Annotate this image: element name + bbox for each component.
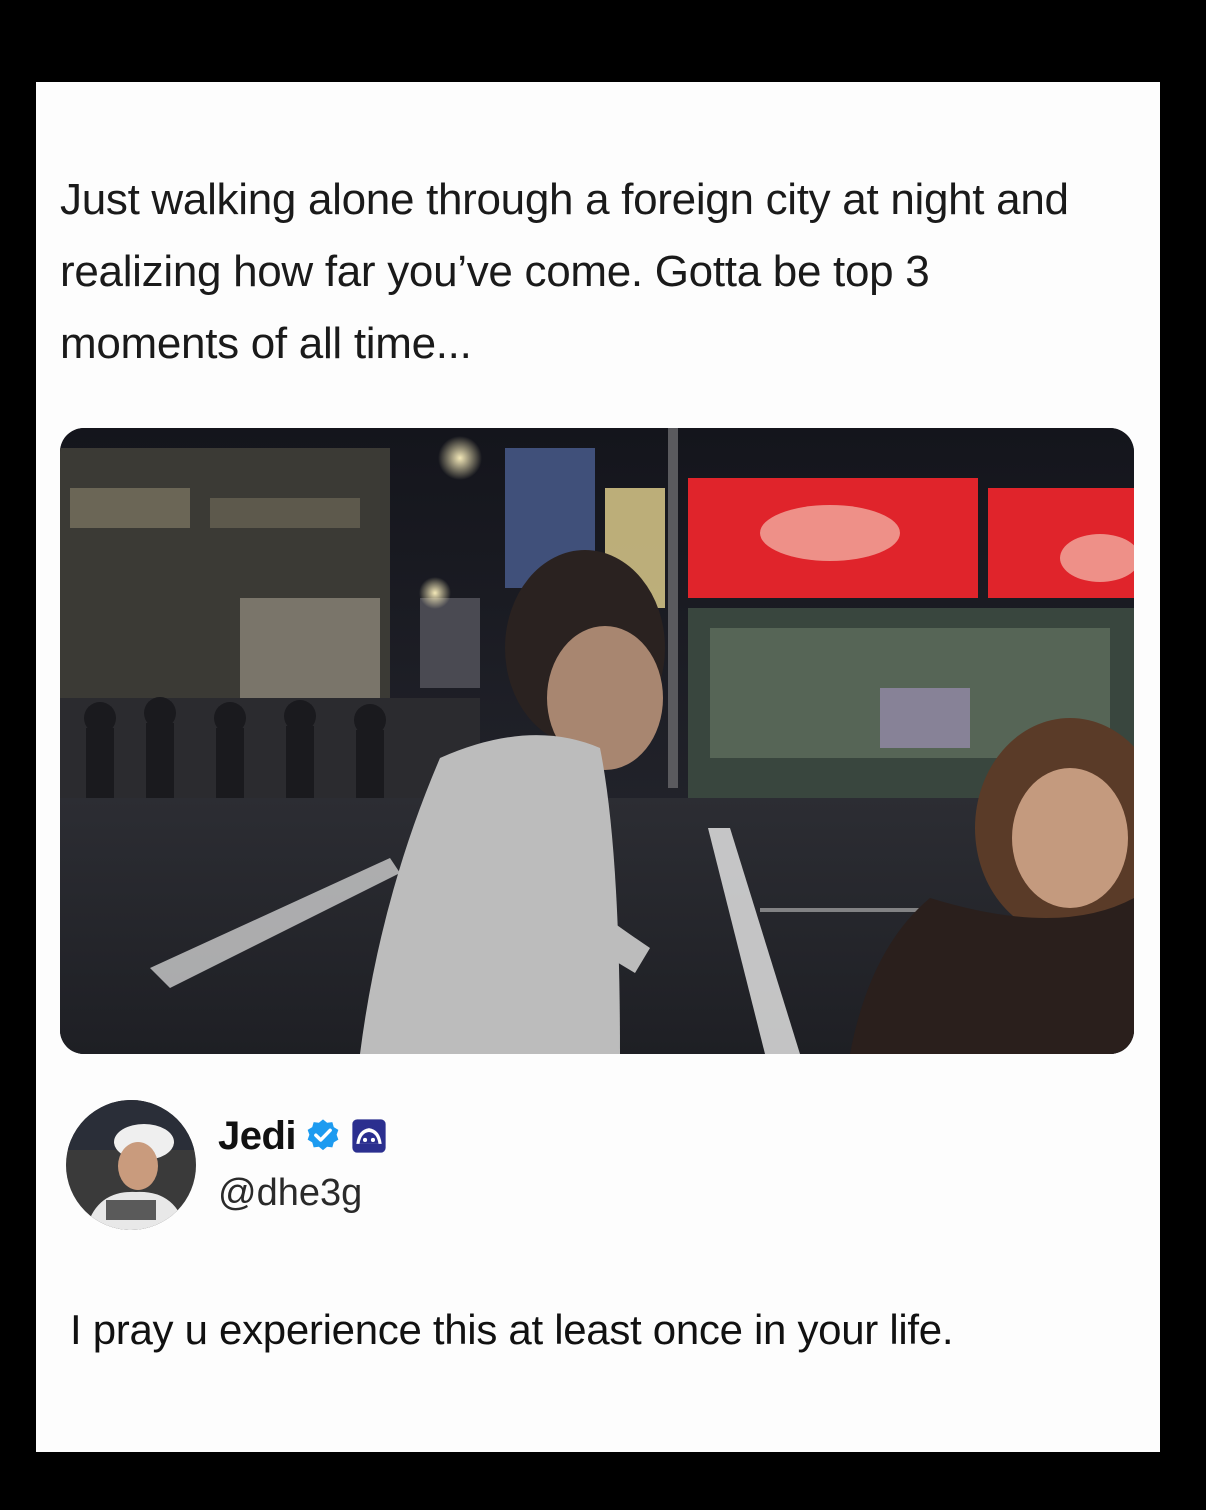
post-card: Just walking alone through a foreign cit… <box>36 82 1160 1452</box>
post-video-thumbnail[interactable] <box>60 428 1134 1054</box>
reply-author: Jedi @dhe3g <box>66 1100 666 1230</box>
verified-check-icon <box>307 1119 339 1151</box>
author-name-row: Jedi <box>218 1112 388 1160</box>
author-handle[interactable]: @dhe3g <box>218 1172 362 1215</box>
avatar[interactable] <box>66 1100 196 1230</box>
avatar-image <box>66 1100 196 1230</box>
post-text: Just walking alone through a foreign cit… <box>60 175 1069 368</box>
reply-text: I pray u experience this at least once i… <box>70 1306 954 1353</box>
night-street-scene <box>60 428 1134 1054</box>
affiliate-badge-icon <box>352 1119 386 1153</box>
author-name[interactable]: Jedi <box>218 1114 297 1159</box>
